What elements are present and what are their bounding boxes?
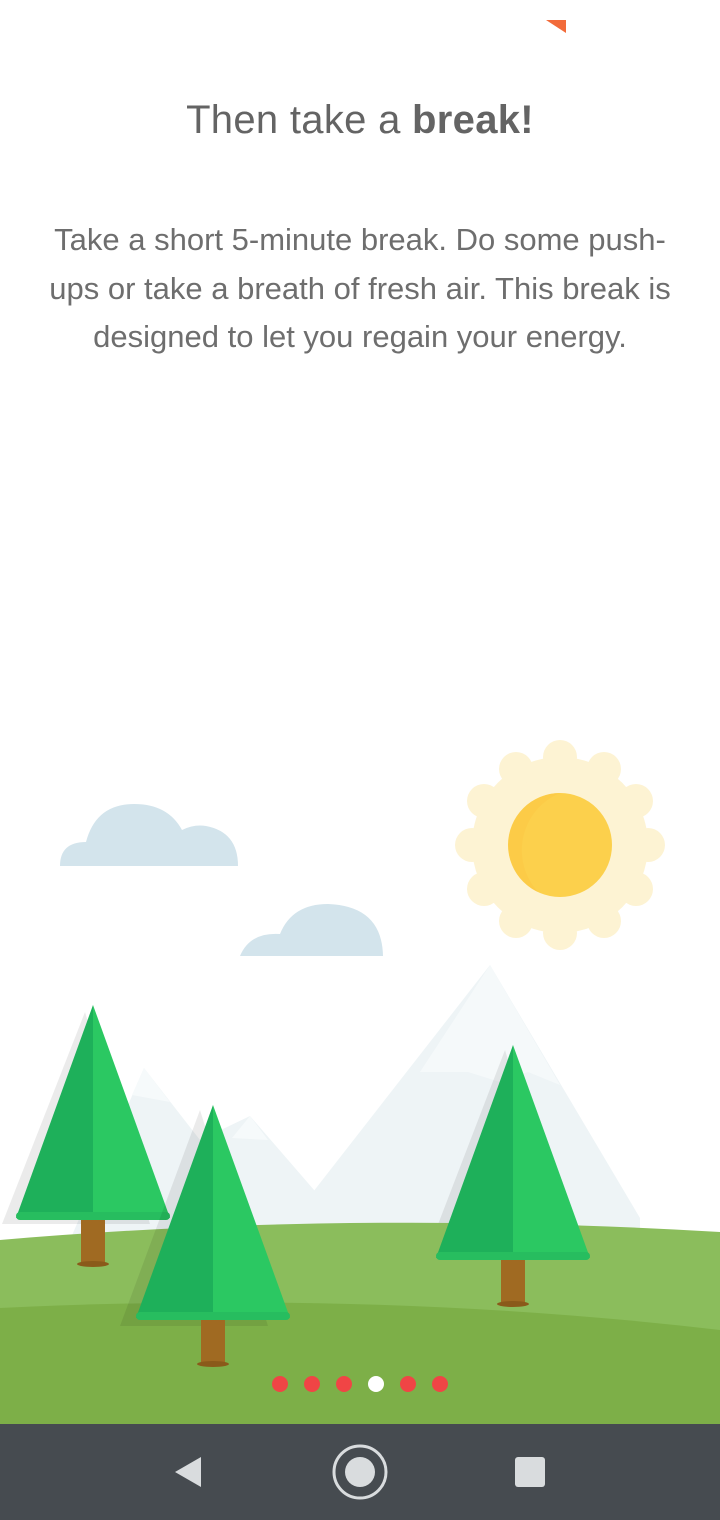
cloud-illustration xyxy=(60,804,383,956)
home-circle-icon xyxy=(332,1444,388,1500)
page-title-prefix: Then take a xyxy=(186,98,413,142)
nature-illustration xyxy=(0,740,720,1425)
page-dot-1[interactable] xyxy=(272,1376,288,1392)
page-dot-4-active[interactable] xyxy=(368,1376,384,1392)
onboarding-screen: Then take a break! Take a short 5-minute… xyxy=(0,0,720,1520)
page-dot-3[interactable] xyxy=(336,1376,352,1392)
page-description: Take a short 5-minute break. Do some pus… xyxy=(49,222,671,354)
system-navigation-bar xyxy=(0,1424,720,1520)
nav-home-button[interactable] xyxy=(312,1424,408,1520)
corner-accent-icon xyxy=(546,20,566,33)
page-dot-6[interactable] xyxy=(432,1376,448,1392)
page-title: Then take a break! xyxy=(0,98,720,143)
back-triangle-icon xyxy=(175,1457,201,1487)
front-hill xyxy=(0,1302,720,1425)
page-dot-5[interactable] xyxy=(400,1376,416,1392)
nav-recents-button[interactable] xyxy=(482,1424,578,1520)
nav-back-button[interactable] xyxy=(140,1424,236,1520)
recents-square-icon xyxy=(515,1457,545,1487)
sun-illustration xyxy=(455,740,665,950)
page-dot-2[interactable] xyxy=(304,1376,320,1392)
page-indicator[interactable] xyxy=(0,1376,720,1392)
page-title-emphasis: break! xyxy=(412,98,534,142)
